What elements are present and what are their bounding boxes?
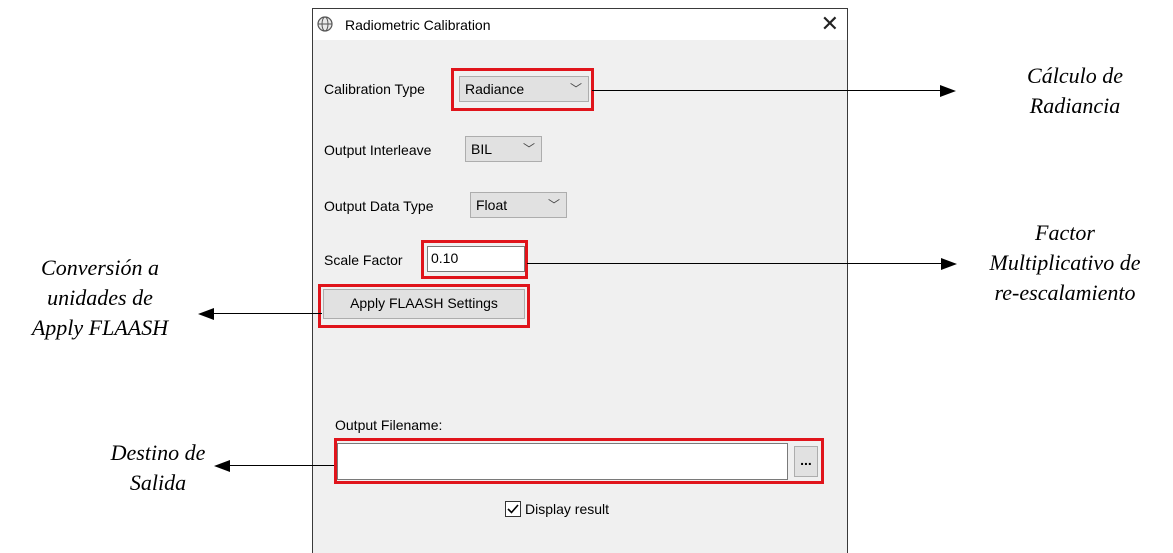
- arrow-line-destino: [230, 465, 334, 466]
- arrow-line-conversion: [214, 313, 322, 314]
- arrow-line-radiance: [592, 90, 942, 91]
- output-filename-highlight: [334, 438, 824, 484]
- chevron-down-icon: ﹀: [547, 198, 560, 212]
- arrow-line-factor: [527, 263, 943, 264]
- annotation-radiance: Cálculo de Radiancia: [1027, 63, 1123, 118]
- display-result-checkbox[interactable]: [505, 501, 521, 517]
- scale-factor-highlight: [421, 240, 528, 279]
- title-bar: Radiometric Calibration ✕: [313, 9, 847, 40]
- output-data-type-value: Float: [476, 197, 508, 213]
- output-interleave-select[interactable]: BIL ﹀: [465, 136, 542, 162]
- annotation-destino: Destino de Salida: [110, 440, 206, 495]
- calibration-type-highlight: [451, 68, 594, 111]
- output-interleave-value: BIL: [471, 141, 493, 157]
- apply-flaash-highlight: [318, 284, 530, 328]
- output-data-type-label: Output Data Type: [324, 198, 434, 214]
- arrow-head-radiance: [940, 85, 956, 97]
- calibration-type-label: Calibration Type: [324, 81, 425, 97]
- close-icon[interactable]: ✕: [821, 11, 839, 37]
- output-data-type-select[interactable]: Float ﹀: [470, 192, 567, 218]
- dialog-title: Radiometric Calibration: [345, 17, 491, 33]
- annotation-conversion: Conversión a unidades de Apply FLAASH: [31, 255, 169, 340]
- display-result-label: Display result: [525, 501, 610, 517]
- output-interleave-label: Output Interleave: [324, 142, 432, 158]
- arrow-head-conversion: [198, 308, 214, 320]
- checkmark-icon: [507, 504, 519, 514]
- annotation-factor: Factor Multiplicativo de re-escalamiento: [989, 220, 1141, 305]
- chevron-down-icon: ﹀: [522, 142, 535, 156]
- output-filename-label: Output Filename:: [335, 417, 443, 433]
- scale-factor-label: Scale Factor: [324, 252, 403, 268]
- app-globe-icon: [317, 16, 333, 32]
